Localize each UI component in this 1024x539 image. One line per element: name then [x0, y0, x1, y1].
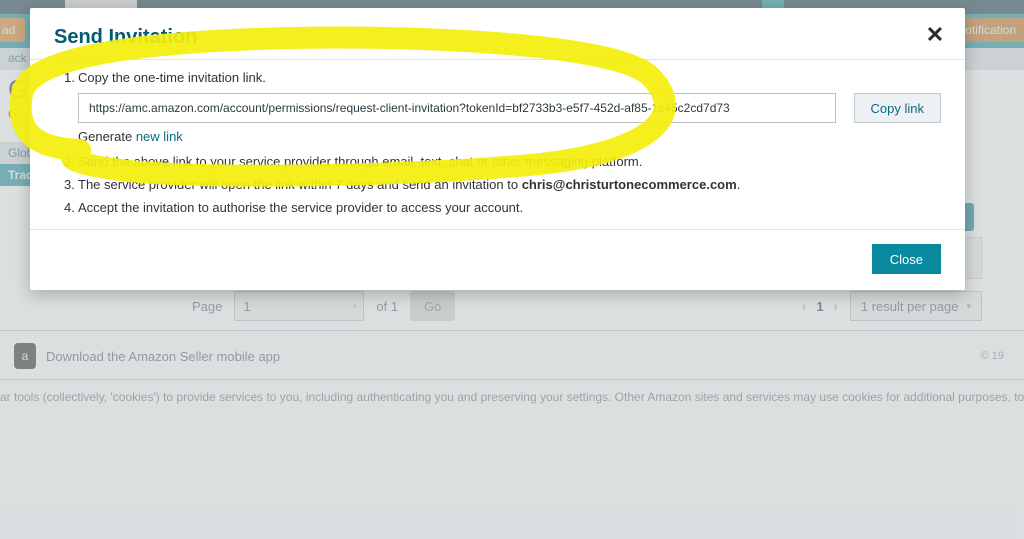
- modal-title: Send Invitation: [54, 26, 941, 49]
- step-4-text: Accept the invitation to authorise the s…: [78, 200, 523, 215]
- send-invitation-modal: Send Invitation ✕ 1.Copy the one-time in…: [30, 8, 965, 290]
- step-4: 4.Accept the invitation to authorise the…: [64, 200, 941, 215]
- step-2: 2.Send the above link to your service pr…: [64, 154, 941, 169]
- generate-prefix: Generate: [78, 129, 132, 144]
- step-3-email: chris@christurtonecommerce.com: [522, 177, 737, 192]
- step-3-text-b: .: [737, 177, 741, 192]
- generate-new-link[interactable]: new link: [136, 129, 183, 144]
- generate-new-link-row: Generate new link: [78, 129, 941, 144]
- copy-link-button[interactable]: Copy link: [854, 93, 941, 123]
- modal-body: 1.Copy the one-time invitation link. Cop…: [30, 70, 965, 215]
- step-2-text: Send the above link to your service prov…: [78, 154, 642, 169]
- step-1-text: Copy the one-time invitation link.: [78, 70, 266, 85]
- step-3-text-a: The service provider will open the link …: [78, 177, 522, 192]
- close-icon[interactable]: ✕: [923, 24, 947, 48]
- step-3: 3.The service provider will open the lin…: [64, 177, 941, 192]
- invitation-link-input[interactable]: [78, 93, 836, 123]
- close-button[interactable]: Close: [872, 244, 941, 274]
- step-1: 1.Copy the one-time invitation link.: [64, 70, 941, 85]
